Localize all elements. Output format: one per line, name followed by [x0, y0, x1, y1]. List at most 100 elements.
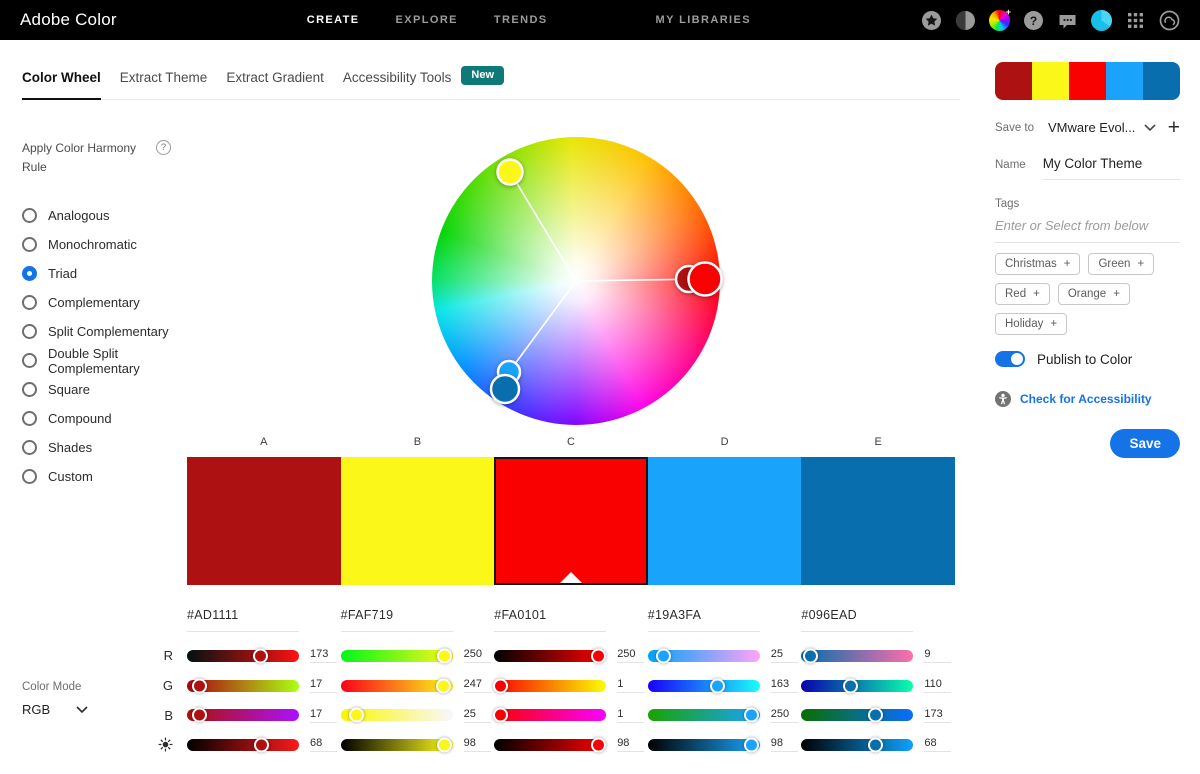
- radio-shades[interactable]: [22, 440, 37, 455]
- slider-g-a[interactable]: [187, 680, 299, 692]
- slider-value[interactable]: 9: [924, 648, 951, 663]
- wheel-handle-b[interactable]: [498, 160, 523, 185]
- slider-value[interactable]: 173: [310, 648, 337, 663]
- slider-r-c[interactable]: [494, 650, 606, 662]
- slider-handle[interactable]: [744, 708, 759, 723]
- publish-toggle[interactable]: [995, 351, 1025, 367]
- slider-handle[interactable]: [436, 678, 451, 693]
- hex-input-a[interactable]: #AD1111: [187, 608, 299, 632]
- slider-handle[interactable]: [803, 648, 818, 663]
- tag-chip-red[interactable]: Red+: [995, 283, 1050, 305]
- slider-handle[interactable]: [437, 648, 452, 663]
- harmony-option-analogous[interactable]: Analogous: [22, 201, 194, 230]
- radio-custom[interactable]: [22, 469, 37, 484]
- strip-color-c[interactable]: [1069, 62, 1106, 100]
- swatch-d[interactable]: [648, 457, 802, 585]
- slider-brightness-c[interactable]: [494, 739, 606, 751]
- slider-value[interactable]: 25: [771, 648, 798, 663]
- radio-monochromatic[interactable]: [22, 237, 37, 252]
- slider-r-e[interactable]: [801, 650, 913, 662]
- slider-value[interactable]: 68: [924, 737, 951, 752]
- harmony-option-triad[interactable]: Triad: [22, 259, 194, 288]
- help-icon[interactable]: ?: [1023, 10, 1044, 31]
- tab-color-wheel[interactable]: Color Wheel: [22, 70, 101, 99]
- check-accessibility-link[interactable]: Check for Accessibility: [1020, 392, 1152, 406]
- hex-input-c[interactable]: #FA0101: [494, 608, 606, 632]
- slider-g-c[interactable]: [494, 680, 606, 692]
- slider-value[interactable]: 68: [310, 737, 337, 752]
- tag-chip-holiday[interactable]: Holiday+: [995, 313, 1067, 335]
- tag-chip-green[interactable]: Green+: [1088, 253, 1154, 275]
- tab-extract-gradient[interactable]: Extract Gradient: [226, 70, 324, 99]
- add-library-button[interactable]: +: [1168, 117, 1180, 138]
- slider-g-b[interactable]: [341, 680, 453, 692]
- slider-handle[interactable]: [349, 708, 364, 723]
- wheel-handle-c[interactable]: [689, 263, 722, 296]
- radio-triad[interactable]: [22, 266, 37, 281]
- slider-value[interactable]: 250: [464, 648, 491, 663]
- tab-extract-theme[interactable]: Extract Theme: [120, 70, 208, 99]
- feedback-icon[interactable]: [1057, 10, 1078, 31]
- tags-input[interactable]: Enter or Select from below: [995, 218, 1180, 243]
- slider-r-d[interactable]: [648, 650, 760, 662]
- slider-value[interactable]: 25: [464, 708, 491, 723]
- harmony-option-split-complementary[interactable]: Split Complementary: [22, 317, 194, 346]
- harmony-option-complementary[interactable]: Complementary: [22, 288, 194, 317]
- slider-handle[interactable]: [254, 737, 269, 752]
- slider-handle[interactable]: [843, 678, 858, 693]
- tag-chip-christmas[interactable]: Christmas+: [995, 253, 1080, 275]
- slider-value[interactable]: 163: [771, 678, 798, 693]
- radio-square[interactable]: [22, 382, 37, 397]
- app-logo[interactable]: Adobe Color: [20, 10, 117, 30]
- color-mode-select[interactable]: RGB: [22, 702, 88, 717]
- apps-grid-icon[interactable]: [1125, 10, 1146, 31]
- swatch-a[interactable]: [187, 457, 341, 585]
- slider-value[interactable]: 1: [617, 708, 644, 723]
- slider-brightness-e[interactable]: [801, 739, 913, 751]
- nav-create[interactable]: CREATE: [307, 14, 360, 26]
- slider-g-e[interactable]: [801, 680, 913, 692]
- nav-trends[interactable]: TRENDS: [494, 14, 548, 26]
- slider-handle[interactable]: [493, 708, 508, 723]
- swatch-c[interactable]: [494, 457, 648, 585]
- save-button[interactable]: Save: [1110, 429, 1180, 458]
- harmony-option-square[interactable]: Square: [22, 375, 194, 404]
- swatch-b[interactable]: [341, 457, 495, 585]
- slider-value[interactable]: 98: [617, 737, 644, 752]
- tag-chip-orange[interactable]: Orange+: [1058, 283, 1130, 305]
- slider-b-c[interactable]: [494, 709, 606, 721]
- harmony-option-monochromatic[interactable]: Monochromatic: [22, 230, 194, 259]
- harmony-option-compound[interactable]: Compound: [22, 404, 194, 433]
- radio-compound[interactable]: [22, 411, 37, 426]
- creative-cloud-icon[interactable]: [1159, 10, 1180, 31]
- slider-r-a[interactable]: [187, 650, 299, 662]
- radio-complementary[interactable]: [22, 295, 37, 310]
- slider-b-a[interactable]: [187, 709, 299, 721]
- slider-r-b[interactable]: [341, 650, 453, 662]
- slider-b-d[interactable]: [648, 709, 760, 721]
- radio-split-complementary[interactable]: [22, 324, 37, 339]
- slider-handle[interactable]: [192, 678, 207, 693]
- slider-value[interactable]: 98: [771, 737, 798, 752]
- slider-value[interactable]: 110: [924, 678, 951, 693]
- library-select[interactable]: VMware Evol...: [1048, 120, 1135, 135]
- color-wheel[interactable]: [432, 137, 720, 425]
- color-wheel-icon[interactable]: [989, 10, 1010, 31]
- slider-value[interactable]: 98: [464, 737, 491, 752]
- slider-handle[interactable]: [493, 678, 508, 693]
- slider-b-b[interactable]: [341, 709, 453, 721]
- slider-handle[interactable]: [710, 678, 725, 693]
- wheel-handle-e[interactable]: [491, 375, 519, 403]
- strip-color-a[interactable]: [995, 62, 1032, 100]
- slider-handle[interactable]: [656, 648, 671, 663]
- user-avatar[interactable]: [1091, 10, 1112, 31]
- tab-accessibility-tools[interactable]: Accessibility ToolsNew: [343, 70, 504, 99]
- slider-handle[interactable]: [437, 737, 452, 752]
- swatch-e[interactable]: [801, 457, 955, 585]
- slider-brightness-d[interactable]: [648, 739, 760, 751]
- hex-input-b[interactable]: #FAF719: [341, 608, 453, 632]
- slider-g-d[interactable]: [648, 680, 760, 692]
- star-icon[interactable]: [921, 10, 942, 31]
- radio-analogous[interactable]: [22, 208, 37, 223]
- slider-handle[interactable]: [744, 737, 759, 752]
